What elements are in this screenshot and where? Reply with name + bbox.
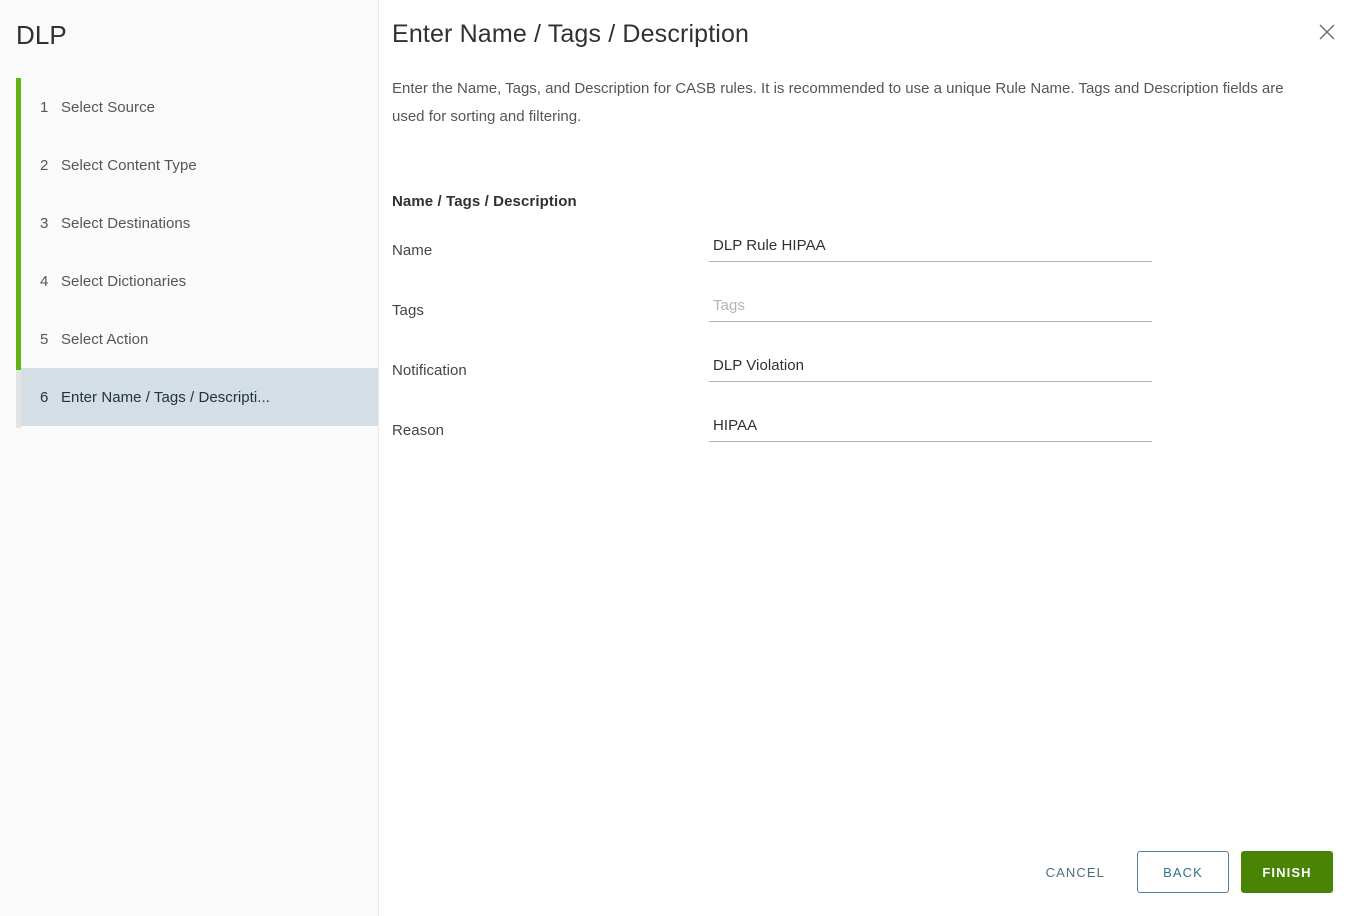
wizard-title: DLP — [16, 20, 67, 50]
form-row-reason: Reason — [379, 414, 1357, 474]
sidebar-step-select-dictionaries[interactable]: 4 Select Dictionaries — [21, 252, 378, 310]
wizard-step-list: 1 Select Source 2 Select Content Type 3 … — [0, 78, 378, 428]
finish-button[interactable]: Finish — [1241, 851, 1333, 893]
form-row-name: Name — [379, 234, 1357, 294]
tags-field-label: Tags — [392, 302, 424, 319]
step-number: 2 — [40, 156, 49, 174]
form-section-heading: Name / Tags / Description — [392, 193, 577, 210]
name-tags-description-form: Name Tags Notification Reason — [379, 234, 1357, 474]
dlp-wizard-dialog: DLP 1 Select Source 2 Select Content Typ… — [0, 0, 1357, 916]
sidebar-step-select-source[interactable]: 1 Select Source — [21, 78, 378, 136]
step-label: Select Action — [61, 330, 149, 348]
step-label: Select Source — [61, 98, 156, 116]
page-description: Enter the Name, Tags, and Description fo… — [392, 80, 1284, 125]
step-label: Enter Name / Tags / Descripti... — [61, 388, 270, 406]
sidebar-step-select-destinations[interactable]: 3 Select Destinations — [21, 194, 378, 252]
name-field-control — [709, 234, 1152, 262]
step-number: 1 — [40, 98, 49, 116]
sidebar-step-enter-name-tags-description[interactable]: 6 Enter Name / Tags / Descripti... — [21, 368, 378, 426]
name-input[interactable] — [709, 234, 1152, 262]
step-number: 3 — [40, 214, 49, 232]
cancel-button[interactable]: Cancel — [1028, 854, 1123, 890]
wizard-content-panel: Enter Name / Tags / Description Enter th… — [379, 0, 1357, 916]
step-label: Select Destinations — [61, 214, 191, 232]
step-label: Select Content Type — [61, 156, 197, 174]
step-label: Select Dictionaries — [61, 272, 187, 290]
step-number: 6 — [40, 388, 49, 406]
notification-field-control — [709, 354, 1152, 382]
back-button[interactable]: Back — [1137, 851, 1229, 893]
reason-field-label: Reason — [392, 422, 445, 439]
wizard-sidebar: DLP 1 Select Source 2 Select Content Typ… — [0, 0, 379, 916]
tags-input[interactable] — [709, 294, 1152, 322]
close-icon[interactable] — [1312, 17, 1342, 47]
reason-input[interactable] — [709, 414, 1152, 442]
name-field-label: Name — [392, 242, 433, 259]
tags-field-control — [709, 294, 1152, 322]
step-number: 4 — [40, 272, 49, 290]
step-number: 5 — [40, 330, 49, 348]
form-row-tags: Tags — [379, 294, 1357, 354]
form-row-notification: Notification — [379, 354, 1357, 414]
notification-field-label: Notification — [392, 362, 467, 379]
wizard-footer: Cancel Back Finish — [1028, 851, 1333, 893]
reason-field-control — [709, 414, 1152, 442]
sidebar-step-select-content-type[interactable]: 2 Select Content Type — [21, 136, 378, 194]
page-title: Enter Name / Tags / Description — [392, 20, 750, 48]
notification-input[interactable] — [709, 354, 1152, 382]
sidebar-step-select-action[interactable]: 5 Select Action — [21, 310, 378, 368]
